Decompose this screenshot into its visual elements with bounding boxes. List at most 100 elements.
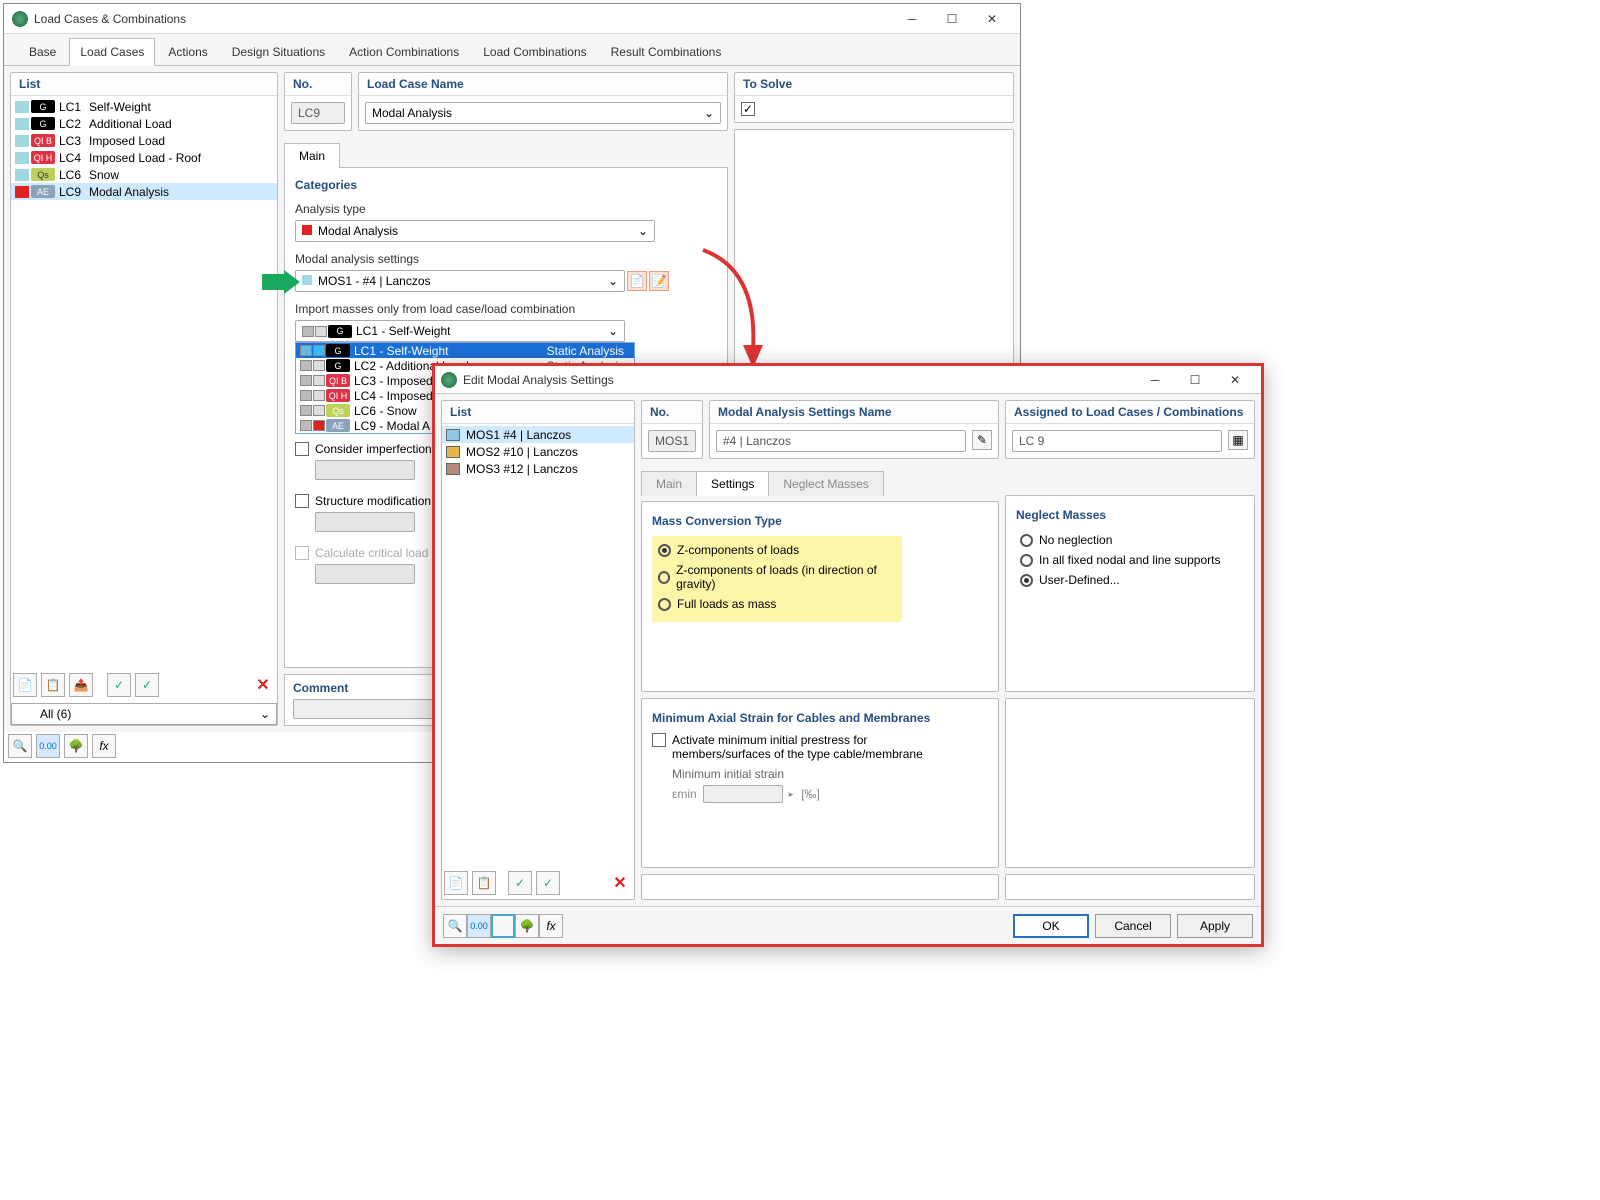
modal-minimize-button[interactable]: ─ [1135, 366, 1175, 394]
modal-name-input[interactable]: #4 | Lanczos [716, 430, 966, 452]
modal-settings-value: MOS1 - #4 | Lanczos [318, 274, 431, 288]
analysis-type-value: Modal Analysis [318, 224, 398, 238]
tree-icon[interactable]: 🌳 [64, 734, 88, 758]
modal-delete-icon[interactable]: ✕ [608, 871, 632, 895]
modal-maximize-button[interactable]: ☐ [1175, 366, 1215, 394]
consider-imperfection-check[interactable] [295, 442, 309, 456]
list-item[interactable]: QI BLC3Imposed Load [11, 132, 277, 149]
mass-header: Mass Conversion Type [652, 514, 988, 528]
list-item[interactable]: GLC1Self-Weight [11, 98, 277, 115]
modal-name-header: Modal Analysis Settings Name [710, 401, 998, 424]
list-item[interactable]: GLC2Additional Load [11, 115, 277, 132]
new-icon[interactable]: 📄 [13, 673, 37, 697]
critical-load-input [315, 564, 415, 584]
neglect-option[interactable]: No neglection [1016, 530, 1244, 550]
inner-tab-main[interactable]: Main [284, 143, 340, 168]
no-input[interactable]: LC9 [291, 102, 345, 124]
modal-fx-icon[interactable]: fx [539, 914, 563, 938]
modal-units-icon[interactable]: 0.00 [467, 914, 491, 938]
analysis-type-select[interactable]: Modal Analysis⌄ [295, 220, 655, 242]
close-button[interactable]: ✕ [972, 5, 1012, 33]
mass-option[interactable]: Full loads as mass [654, 594, 900, 614]
structure-mod-check[interactable] [295, 494, 309, 508]
modal-box-icon[interactable] [491, 914, 515, 938]
minimize-button[interactable]: ─ [892, 5, 932, 33]
list-header: List [11, 73, 277, 96]
maximize-button[interactable]: ☐ [932, 5, 972, 33]
assigned-browse-icon[interactable]: ▦ [1228, 430, 1248, 450]
axial-unit: [‰] [801, 787, 820, 801]
tab-actions[interactable]: Actions [157, 38, 218, 65]
modal-list-item[interactable]: MOS3 #12 | Lanczos [442, 460, 634, 477]
modal-uncheck-icon[interactable]: ✓ [536, 871, 560, 895]
solve-checkbox[interactable]: ✓ [741, 102, 755, 116]
list-item[interactable]: AELC9Modal Analysis [11, 183, 277, 200]
neglect-option[interactable]: In all fixed nodal and line supports [1016, 550, 1244, 570]
export-icon[interactable]: 📤 [69, 673, 93, 697]
cancel-button[interactable]: Cancel [1095, 914, 1171, 938]
tab-action-combinations[interactable]: Action Combinations [338, 38, 470, 65]
delete-icon[interactable]: ✕ [251, 673, 275, 697]
mass-option[interactable]: Z-components of loads (in direction of g… [654, 560, 900, 594]
modal-no-header: No. [642, 401, 702, 424]
tab-load-cases[interactable]: Load Cases [69, 38, 155, 66]
modal-list-item[interactable]: MOS1 #4 | Lanczos [442, 426, 634, 443]
modal-app-icon [441, 372, 457, 388]
assigned-input[interactable]: LC 9 [1012, 430, 1222, 452]
modal-tab-settings[interactable]: Settings [696, 471, 769, 496]
mass-option[interactable]: Z-components of loads [654, 540, 900, 560]
modal-edit-name-icon[interactable]: ✎ [972, 430, 992, 450]
modal-titlebar: Edit Modal Analysis Settings ─ ☐ ✕ [435, 366, 1261, 394]
list-item[interactable]: QI HLC4Imposed Load - Roof [11, 149, 277, 166]
dropdown-item[interactable]: GLC1 - Self-WeightStatic Analysis [296, 343, 634, 358]
modal-tab-neglect[interactable]: Neglect Masses [768, 471, 883, 496]
modal-check-icon[interactable]: ✓ [508, 871, 532, 895]
units-icon[interactable]: 0.00 [36, 734, 60, 758]
modal-help-icon[interactable]: 🔍 [443, 914, 467, 938]
uncheck-all-icon[interactable]: ✓ [135, 673, 159, 697]
modal-copy-icon[interactable]: 📋 [472, 871, 496, 895]
check-all-icon[interactable]: ✓ [107, 673, 131, 697]
modal-settings-select[interactable]: MOS1 - #4 | Lanczos⌄ [295, 270, 625, 292]
tab-result-combinations[interactable]: Result Combinations [600, 38, 733, 65]
axial-sub-label: Minimum initial strain [672, 767, 988, 781]
import-selected: LC1 - Self-Weight [356, 324, 450, 338]
modal-list-item[interactable]: MOS2 #10 | Lanczos [442, 443, 634, 460]
green-arrow-annotation [262, 270, 302, 294]
neglect-option[interactable]: User-Defined... [1016, 570, 1244, 590]
modal-no-input[interactable]: MOS1 [648, 430, 696, 452]
categories-header: Categories [295, 178, 717, 192]
structure-mod-input [315, 512, 415, 532]
critical-load-label: Calculate critical load | S [315, 546, 446, 560]
tab-design-situations[interactable]: Design Situations [221, 38, 336, 65]
copy-icon[interactable]: 📋 [41, 673, 65, 697]
fx-icon[interactable]: fx [92, 734, 116, 758]
filter-select[interactable]: All (6) ⌄ [11, 703, 277, 725]
import-select[interactable]: GLC1 - Self-Weight⌄ [295, 320, 625, 342]
modal-new-icon[interactable]: 📄 [444, 871, 468, 895]
main-tabs: Base Load Cases Actions Design Situation… [4, 34, 1020, 66]
tab-base[interactable]: Base [18, 38, 67, 65]
edit-settings-icon[interactable]: 📝 [649, 271, 669, 291]
name-value: Modal Analysis [372, 106, 452, 120]
app-icon [12, 11, 28, 27]
modal-settings-list[interactable]: MOS1 #4 | LanczosMOS2 #10 | LanczosMOS3 … [442, 424, 634, 867]
modal-tree-icon[interactable]: 🌳 [515, 914, 539, 938]
name-select[interactable]: Modal Analysis⌄ [365, 102, 721, 124]
tab-load-combinations[interactable]: Load Combinations [472, 38, 597, 65]
modal-close-button[interactable]: ✕ [1215, 366, 1255, 394]
import-label: Import masses only from load case/load c… [295, 302, 717, 316]
critical-load-check [295, 546, 309, 560]
new-settings-icon[interactable]: 📄 [627, 271, 647, 291]
modal-settings-label: Modal analysis settings [295, 252, 717, 266]
apply-button[interactable]: Apply [1177, 914, 1253, 938]
modal-tab-main[interactable]: Main [641, 471, 697, 496]
load-case-list[interactable]: GLC1Self-WeightGLC2Additional LoadQI BLC… [11, 96, 277, 669]
list-item[interactable]: QsLC6Snow [11, 166, 277, 183]
axial-checkbox[interactable] [652, 733, 666, 747]
analysis-type-label: Analysis type [295, 202, 717, 216]
no-header: No. [285, 73, 351, 96]
help-icon[interactable]: 🔍 [8, 734, 32, 758]
ok-button[interactable]: OK [1013, 914, 1089, 938]
axial-check-label: Activate minimum initial prestress for m… [672, 733, 942, 761]
